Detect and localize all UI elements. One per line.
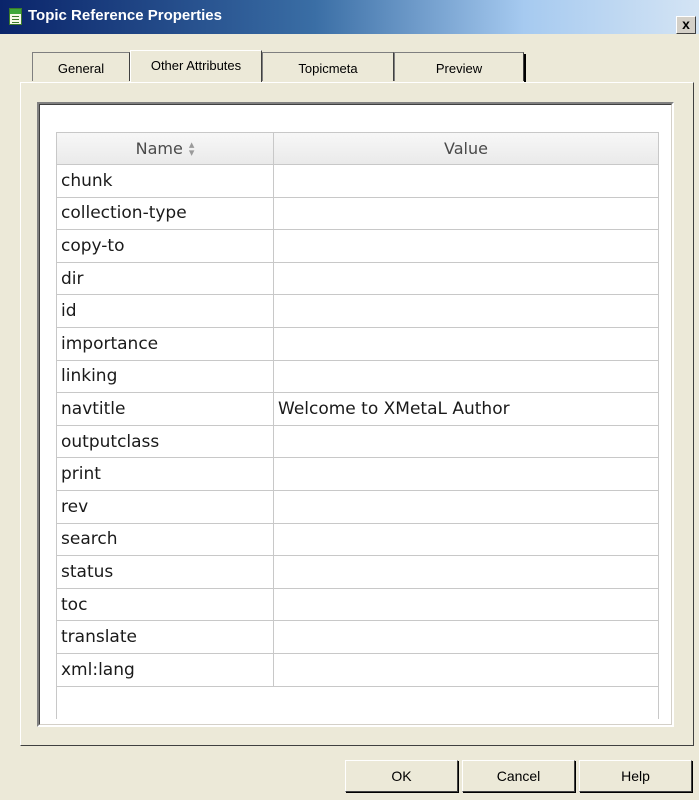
- tab-strip: General Other Attributes Topicmeta Previ…: [32, 50, 532, 82]
- attribute-name[interactable]: status: [57, 556, 274, 588]
- document-icon: [9, 8, 22, 25]
- tab-topicmeta[interactable]: Topicmeta: [262, 52, 394, 81]
- table-row[interactable]: id: [56, 295, 659, 328]
- table-row[interactable]: translate: [56, 621, 659, 654]
- attribute-name[interactable]: copy-to: [57, 230, 274, 262]
- attribute-value[interactable]: [274, 263, 658, 295]
- attribute-name[interactable]: translate: [57, 621, 274, 653]
- attribute-name[interactable]: chunk: [57, 165, 274, 197]
- attribute-value[interactable]: [274, 328, 658, 360]
- column-header-name[interactable]: Name ▴ ▾: [57, 133, 274, 164]
- table-row[interactable]: rev: [56, 490, 659, 524]
- attribute-value[interactable]: [274, 524, 658, 556]
- help-button[interactable]: Help: [579, 760, 692, 792]
- attribute-name[interactable]: outputclass: [57, 425, 274, 458]
- table-row[interactable]: status: [56, 556, 659, 589]
- attribute-value[interactable]: [274, 556, 658, 588]
- attribute-name[interactable]: collection-type: [57, 197, 274, 230]
- attribute-value[interactable]: [274, 426, 658, 458]
- attribute-name[interactable]: print: [57, 458, 274, 490]
- column-header-name-label: Name: [135, 139, 183, 158]
- attribute-name[interactable]: xml:lang: [57, 653, 274, 686]
- sort-up-down-icon: ▴ ▾: [188, 137, 195, 159]
- attribute-name[interactable]: toc: [57, 588, 274, 621]
- attribute-value[interactable]: [274, 589, 658, 621]
- attribute-value[interactable]: [274, 491, 658, 523]
- table-row[interactable]: outputclass: [56, 425, 659, 459]
- attribute-value[interactable]: [274, 165, 658, 197]
- attribute-value[interactable]: [274, 198, 658, 230]
- table-row[interactable]: navtitle Welcome to XMetaL Author: [56, 393, 659, 426]
- attribute-name[interactable]: dir: [57, 262, 274, 295]
- attribute-value[interactable]: [274, 361, 658, 393]
- attribute-value[interactable]: Welcome to XMetaL Author: [274, 393, 658, 425]
- grid-header: Name ▴ ▾ Value: [56, 132, 659, 165]
- grid-empty-area: [56, 686, 659, 719]
- attribute-name[interactable]: navtitle: [57, 393, 274, 425]
- table-row[interactable]: toc: [56, 588, 659, 622]
- tab-preview[interactable]: Preview: [394, 52, 524, 81]
- close-button[interactable]: x: [676, 16, 696, 34]
- attribute-name[interactable]: importance: [57, 327, 274, 360]
- cancel-button[interactable]: Cancel: [462, 760, 575, 792]
- table-row[interactable]: linking: [56, 360, 659, 394]
- table-row[interactable]: dir: [56, 262, 659, 296]
- table-row[interactable]: copy-to: [56, 230, 659, 263]
- table-row[interactable]: print: [56, 458, 659, 491]
- table-row[interactable]: xml:lang: [56, 653, 659, 687]
- attribute-value[interactable]: [274, 458, 658, 490]
- tab-other-attributes[interactable]: Other Attributes: [130, 50, 262, 82]
- attribute-grid: Name ▴ ▾ Value chunk collection-type copy…: [56, 132, 659, 719]
- tab-strip-edge: [524, 54, 526, 82]
- attribute-value[interactable]: [274, 621, 658, 653]
- table-row[interactable]: search: [56, 523, 659, 557]
- table-row[interactable]: collection-type: [56, 197, 659, 231]
- attribute-value[interactable]: [274, 230, 658, 262]
- column-header-value-label: Value: [444, 139, 488, 158]
- attribute-name[interactable]: search: [57, 523, 274, 556]
- attribute-name[interactable]: linking: [57, 360, 274, 393]
- attribute-name[interactable]: id: [57, 295, 274, 327]
- attribute-name[interactable]: rev: [57, 490, 274, 523]
- attribute-value[interactable]: [274, 654, 658, 686]
- tab-general[interactable]: General: [32, 52, 130, 81]
- attribute-value[interactable]: [274, 295, 658, 327]
- table-row[interactable]: importance: [56, 327, 659, 361]
- ok-button[interactable]: OK: [345, 760, 458, 792]
- table-row[interactable]: chunk: [56, 165, 659, 198]
- window-title: Topic Reference Properties: [28, 7, 222, 24]
- column-header-value[interactable]: Value: [274, 133, 658, 164]
- title-bar[interactable]: Topic Reference Properties: [0, 0, 699, 34]
